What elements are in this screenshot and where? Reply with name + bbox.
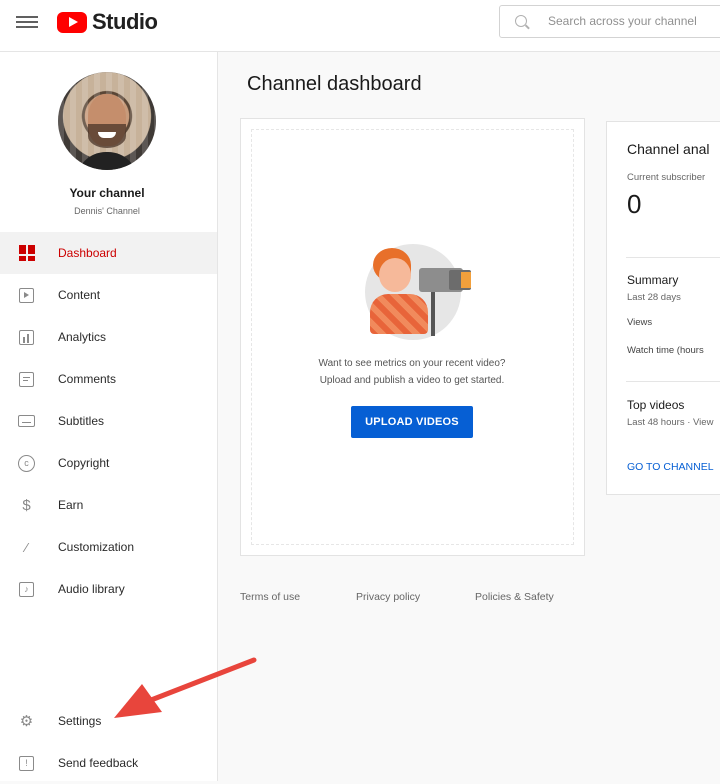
empty-state-message: Want to see metrics on your recent video… xyxy=(262,355,562,389)
sidebar-item-audio-library[interactable]: ♪ Audio library xyxy=(0,568,217,610)
sidebar-item-earn[interactable]: $ Earn xyxy=(0,484,217,526)
sidebar-item-subtitles[interactable]: Subtitles xyxy=(0,400,217,442)
search-icon xyxy=(515,15,527,27)
privacy-policy-link[interactable]: Privacy policy xyxy=(356,591,420,603)
sidebar-item-label: Earn xyxy=(58,498,84,512)
channel-avatar[interactable] xyxy=(58,72,156,170)
top-videos-title: Top videos xyxy=(627,398,685,412)
feedback-icon: ! xyxy=(18,755,35,772)
search-input[interactable] xyxy=(548,14,720,28)
upload-videos-button[interactable]: UPLOAD VIDEOS xyxy=(351,406,473,438)
channel-name: Dennis' Channel xyxy=(74,206,140,216)
page-title: Channel dashboard xyxy=(247,73,422,95)
youtube-play-icon xyxy=(57,11,87,33)
search-box[interactable] xyxy=(499,5,720,38)
sidebar-item-label: Analytics xyxy=(58,330,107,344)
sidebar: Your channel Dennis' Channel Dashboard C… xyxy=(0,52,218,781)
sidebar-item-label: Subtitles xyxy=(58,414,105,428)
gear-icon: ⚙ xyxy=(19,713,34,730)
comments-icon xyxy=(18,371,35,388)
videographer-illustration xyxy=(365,244,475,342)
sidebar-item-send-feedback[interactable]: ! Send feedback xyxy=(0,742,217,784)
magic-wand-icon: ⁄ xyxy=(25,539,28,555)
sidebar-item-label: Settings xyxy=(58,714,102,728)
summary-period: Last 28 days xyxy=(627,292,681,303)
analytics-icon xyxy=(18,329,35,346)
sidebar-item-dashboard[interactable]: Dashboard xyxy=(0,232,217,274)
content-icon xyxy=(18,287,35,304)
analytics-card-title: Channel anal xyxy=(627,141,710,157)
policies-safety-link[interactable]: Policies & Safety xyxy=(475,591,554,603)
sidebar-item-settings[interactable]: ⚙ Settings xyxy=(0,700,217,742)
divider xyxy=(626,381,720,382)
dashboard-icon xyxy=(18,245,35,262)
go-to-channel-analytics-link[interactable]: GO TO CHANNEL xyxy=(627,461,714,473)
sidebar-item-label: Customization xyxy=(58,540,135,554)
sidebar-item-copyright[interactable]: c Copyright xyxy=(0,442,217,484)
menu-icon[interactable] xyxy=(16,13,38,31)
divider xyxy=(626,257,720,258)
sidebar-item-label: Send feedback xyxy=(58,756,139,770)
sidebar-item-customization[interactable]: ⁄ Customization xyxy=(0,526,217,568)
sidebar-item-label: Dashboard xyxy=(58,246,117,260)
watch-time-label: Watch time (hours xyxy=(627,345,704,356)
sidebar-item-comments[interactable]: Comments xyxy=(0,358,217,400)
studio-logo[interactable]: Studio xyxy=(57,9,158,35)
logo-text: Studio xyxy=(92,9,158,34)
views-label: Views xyxy=(627,317,653,328)
top-videos-period: Last 48 hours · View xyxy=(627,417,714,428)
subscribers-value: 0 xyxy=(627,189,642,219)
sidebar-item-label: Copyright xyxy=(58,456,110,470)
empty-state-line-2: Upload and publish a video to get starte… xyxy=(319,375,505,386)
dollar-icon: $ xyxy=(22,496,31,514)
sidebar-item-content[interactable]: Content xyxy=(0,274,217,316)
subscribers-label: Current subscriber xyxy=(627,172,706,183)
channel-title: Your channel xyxy=(69,186,145,200)
sidebar-item-label: Audio library xyxy=(58,582,125,596)
summary-title: Summary xyxy=(627,273,679,287)
terms-of-use-link[interactable]: Terms of use xyxy=(240,591,300,603)
audio-library-icon: ♪ xyxy=(18,581,35,598)
sidebar-item-label: Comments xyxy=(58,372,117,386)
subtitles-icon xyxy=(18,413,35,430)
sidebar-item-analytics[interactable]: Analytics xyxy=(0,316,217,358)
sidebar-item-label: Content xyxy=(58,288,101,302)
top-bar: Studio xyxy=(0,0,720,52)
empty-state-line-1: Want to see metrics on your recent video… xyxy=(318,358,506,369)
copyright-icon: c xyxy=(18,454,35,472)
